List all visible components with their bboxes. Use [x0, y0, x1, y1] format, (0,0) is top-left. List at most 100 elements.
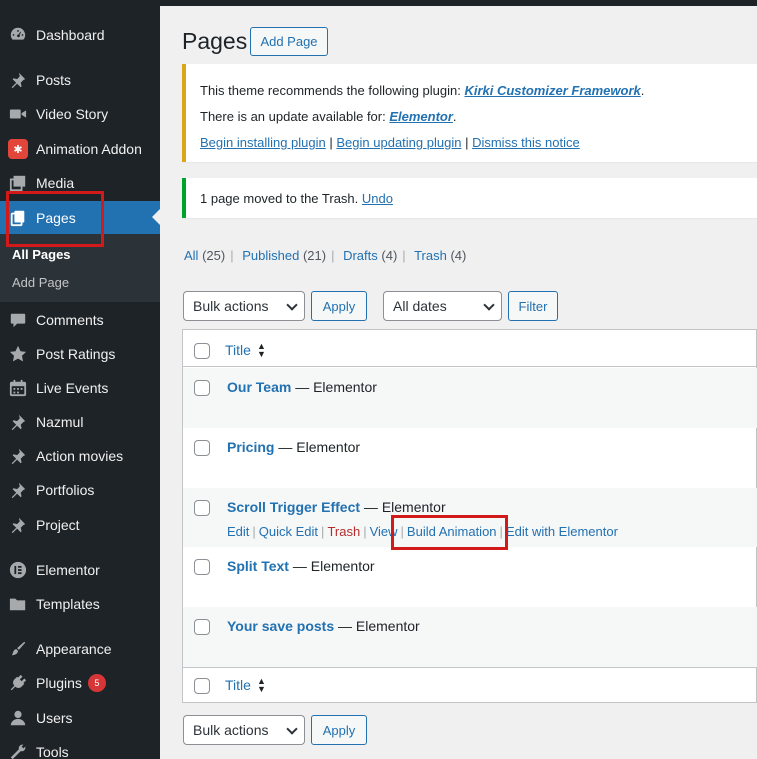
submenu-all-pages[interactable]: All Pages [12, 247, 71, 262]
sidebar-item-label: Elementor [36, 562, 100, 578]
page-title: Pages [182, 28, 248, 54]
begin-installing-link[interactable]: Begin installing plugin [200, 135, 326, 150]
sidebar-item-label: Animation Addon [36, 141, 142, 157]
sidebar-item-appearance[interactable]: Appearance [0, 634, 160, 664]
sidebar-item-templates[interactable]: Templates [0, 589, 160, 619]
pin-icon [8, 412, 28, 432]
page-title-link[interactable]: Scroll Trigger Effect [227, 499, 360, 515]
filter-published[interactable]: Published [242, 248, 299, 263]
row-title: Pricing — Elementor [227, 439, 361, 455]
sidebar-item-label: Dashboard [36, 27, 105, 43]
sidebar-item-posts[interactable]: Posts [0, 65, 160, 95]
highlight-pages-menu [6, 191, 104, 247]
page-title-link[interactable]: Your save posts [227, 618, 334, 634]
page-title-link[interactable]: Our Team [227, 379, 291, 395]
pin-icon [8, 480, 28, 500]
sidebar-item-comments[interactable]: Comments [0, 305, 160, 335]
kirki-plugin-link[interactable]: Kirki Customizer Framework [464, 83, 640, 98]
apply-button-bottom[interactable]: Apply [311, 715, 367, 745]
row-title: Split Text — Elementor [227, 558, 375, 574]
apply-button-top[interactable]: Apply [311, 291, 367, 321]
wrench-icon [8, 742, 28, 759]
folder-icon [8, 594, 28, 614]
notice-actions: Begin installing plugin | Begin updating… [200, 135, 580, 150]
bulk-actions-select-bottom[interactable]: Bulk actions [183, 715, 305, 745]
row-checkbox[interactable] [194, 619, 210, 635]
select-all-checkbox-footer[interactable] [194, 678, 210, 694]
row-checkbox[interactable] [194, 559, 210, 575]
dismiss-notice-link[interactable]: Dismiss this notice [472, 135, 580, 150]
sidebar-item-dashboard[interactable]: Dashboard [0, 20, 160, 50]
sidebar-item-project[interactable]: Project [0, 510, 160, 540]
chevron-down-icon [286, 723, 298, 735]
chevron-down-icon [286, 299, 298, 311]
sidebar-item-label: Portfolios [36, 482, 95, 498]
row-checkbox[interactable] [194, 440, 210, 456]
sort-icon[interactable]: ▲ ▼ [257, 677, 266, 694]
begin-updating-link[interactable]: Begin updating plugin [336, 135, 461, 150]
row-title: Our Team — Elementor [227, 379, 377, 395]
comment-icon [8, 310, 28, 330]
sidebar-item-label: Video Story [36, 106, 109, 122]
quick-edit-link[interactable]: Quick Edit [259, 524, 318, 539]
sidebar-item-label: Tools [36, 744, 69, 759]
column-title-footer[interactable]: Title [225, 677, 251, 693]
sort-icon[interactable]: ▲ ▼ [257, 342, 266, 359]
page-title-link[interactable]: Split Text [227, 558, 289, 574]
table-row: Our Team — Elementor [183, 368, 757, 428]
plug-icon [8, 673, 28, 693]
sidebar-item-nazmul[interactable]: Nazmul [0, 407, 160, 437]
row-checkbox[interactable] [194, 380, 210, 396]
sidebar-item-label: Action movies [36, 448, 124, 464]
elementor-plugin-link[interactable]: Elementor [389, 109, 453, 124]
sidebar-item-animation-addon[interactable]: ✱ Animation Addon [0, 134, 160, 164]
filter-trash[interactable]: Trash [414, 248, 447, 263]
sidebar-item-action-movies[interactable]: Action movies [0, 441, 160, 471]
trash-link[interactable]: Trash [327, 524, 360, 539]
submenu-add-page[interactable]: Add Page [12, 275, 69, 290]
select-all-checkbox[interactable] [194, 343, 210, 359]
calendar-icon [8, 378, 28, 398]
sidebar-item-post-ratings[interactable]: Post Ratings [0, 339, 160, 369]
page-title-link[interactable]: Pricing [227, 439, 274, 455]
sidebar-item-label: Comments [36, 312, 104, 328]
sidebar-item-video-story[interactable]: Video Story [0, 99, 160, 129]
media-icon [8, 173, 28, 193]
dashboard-icon [8, 25, 28, 45]
sidebar-item-label: Templates [36, 596, 100, 612]
sidebar-item-label: Live Events [36, 380, 109, 396]
row-title: Your save posts — Elementor [227, 618, 420, 634]
filter-drafts[interactable]: Drafts [343, 248, 378, 263]
sidebar-item-portfolios[interactable]: Portfolios [0, 475, 160, 505]
row-checkbox[interactable] [194, 500, 210, 516]
bulk-actions-select-top[interactable]: Bulk actions [183, 291, 305, 321]
highlight-build-animation [391, 515, 508, 550]
sidebar-item-users[interactable]: Users [0, 703, 160, 733]
column-title[interactable]: Title [225, 342, 251, 358]
sidebar-item-label: Appearance [36, 641, 112, 657]
sidebar-item-elementor[interactable]: Elementor [0, 555, 160, 585]
edit-with-elementor-link[interactable]: Edit with Elementor [506, 524, 618, 539]
undo-link[interactable]: Undo [362, 191, 393, 206]
status-filter-links: All (25) | Published (21) | Drafts (4) | Tr… [184, 248, 467, 263]
sidebar-item-live-events[interactable]: Live Events [0, 373, 160, 403]
filter-all[interactable]: All [184, 248, 198, 263]
filter-button[interactable]: Filter [508, 291, 558, 321]
notice-line-2: There is an update available for: Elemen… [200, 109, 457, 124]
pin-icon [8, 446, 28, 466]
sidebar-item-label: Media [36, 175, 75, 191]
plugin-notice: This theme recommends the following plug… [182, 64, 757, 162]
video-icon [8, 104, 28, 124]
sidebar-item-tools[interactable]: Tools [0, 737, 160, 759]
plugins-update-badge: 5 [87, 674, 106, 692]
edit-link[interactable]: Edit [227, 524, 249, 539]
table-header: Title ▲ ▼ [183, 330, 757, 367]
table-footer: Title ▲ ▼ [183, 667, 757, 703]
date-filter-select[interactable]: All dates [383, 291, 502, 321]
add-page-button[interactable]: Add Page [250, 27, 328, 56]
elementor-icon [8, 560, 28, 580]
animation-addon-icon: ✱ [8, 139, 28, 159]
sidebar-item-plugins[interactable]: Plugins 5 [0, 668, 160, 698]
user-icon [8, 708, 28, 728]
table-row: Split Text — Elementor [183, 547, 757, 607]
